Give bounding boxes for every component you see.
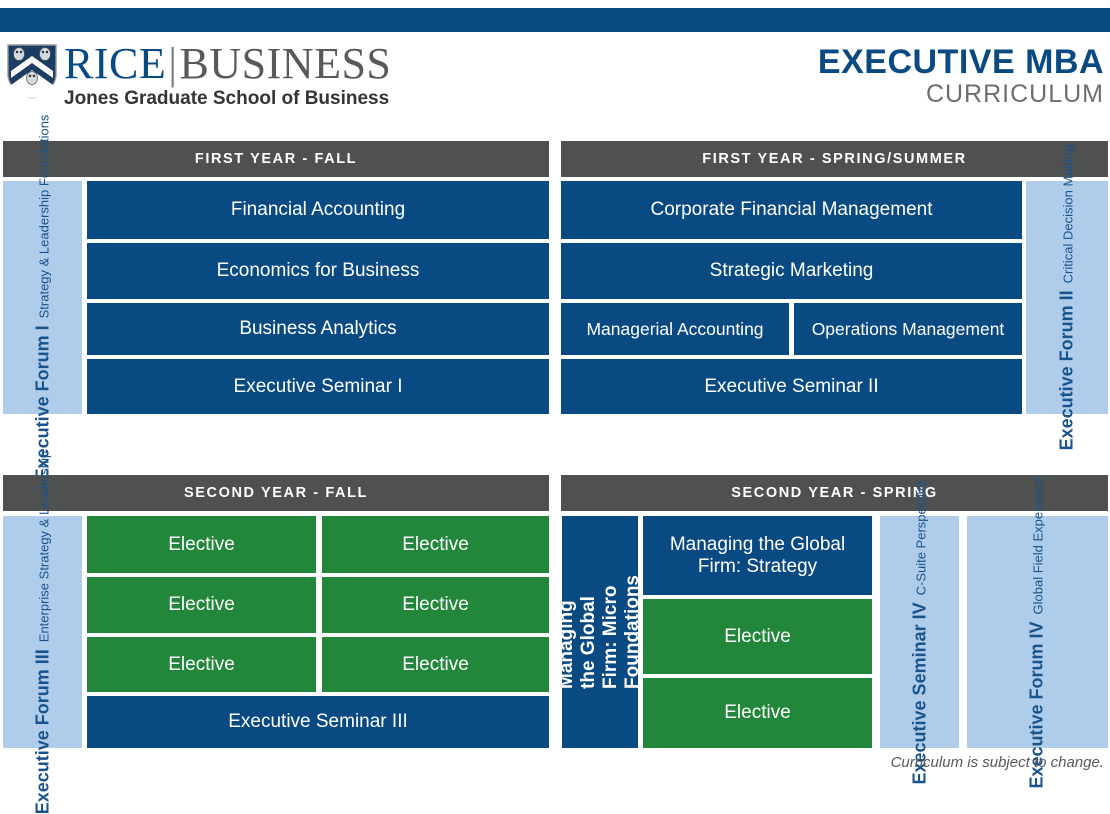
logo-rice-word: RICE	[64, 39, 167, 88]
forum-column-ii[interactable]: Executive Forum II Critical Decision Mak…	[1026, 145, 1108, 450]
course-label: Elective	[724, 625, 791, 647]
course-box-financial-accounting[interactable]: Financial Accounting	[87, 181, 549, 239]
course-label: Business Analytics	[239, 318, 397, 339]
forum-iv-subtitle: Global Field Experience	[1031, 475, 1046, 614]
course-label: Elective	[402, 533, 469, 555]
course-label: Managing the Global Firm: Strategy	[669, 533, 846, 577]
section-header-second-year-fall: SECOND YEAR - FALL	[3, 475, 549, 511]
section-header-first-year-fall: FIRST YEAR - FALL	[3, 141, 549, 177]
forum-column-i[interactable]: Executive Forum I Strategy & Leadership …	[3, 115, 82, 480]
course-label: Corporate Financial Management	[650, 199, 933, 220]
section-header-label: SECOND YEAR - FALL	[183, 485, 369, 501]
course-label: Executive Seminar I	[233, 375, 403, 397]
forum-ii-subtitle: Critical Decision Making	[1060, 144, 1076, 284]
elective-box[interactable]: Elective	[87, 637, 316, 692]
course-box-operations-management[interactable]: Operations Management	[794, 303, 1022, 355]
elective-box[interactable]: Elective	[322, 637, 549, 692]
course-box-corporate-financial-management[interactable]: Corporate Financial Management	[561, 181, 1022, 239]
section-header-first-year-spring: FIRST YEAR - SPRING/SUMMER	[561, 141, 1108, 177]
title-program: EXECUTIVE MBA	[817, 43, 1104, 81]
course-box-business-analytics[interactable]: Business Analytics	[87, 303, 549, 355]
course-label: Elective	[168, 653, 235, 675]
micro-foundations-title: Managing the Global Firm: Micro Foundati…	[556, 575, 643, 689]
section-header-label: SECOND YEAR - SPRING	[731, 485, 938, 501]
section-header-label: FIRST YEAR - FALL	[194, 151, 358, 167]
course-label: Managerial Accounting	[586, 319, 764, 339]
forum-ii-title: Executive Forum II	[1056, 290, 1077, 451]
course-label: Operations Management	[811, 319, 1005, 339]
forum-i-subtitle: Strategy & Leadership Foundations	[36, 114, 51, 319]
rice-business-logo: RICE|BUSINESS Jones Graduate School of B…	[6, 42, 391, 110]
logo-business-word: BUSINESS	[179, 39, 392, 88]
course-box-managing-global-firm-strategy[interactable]: Managing the Global Firm: Strategy	[643, 516, 872, 595]
top-banner	[0, 8, 1110, 32]
course-box-executive-seminar-iii[interactable]: Executive Seminar III	[87, 696, 549, 748]
seminar-iv-subtitle: C-Suite Perspective	[913, 480, 929, 595]
page-header: RICE|BUSINESS Jones Graduate School of B…	[0, 40, 1110, 135]
forum-iii-subtitle: Enterprise Strategy & Leadership	[36, 450, 51, 642]
course-label: Financial Accounting	[230, 199, 406, 220]
elective-box[interactable]: Elective	[643, 599, 872, 674]
seminar-column-iv[interactable]: Executive Seminar IV C-Suite Perspective	[880, 480, 959, 784]
page-title: EXECUTIVE MBA CURRICULUM	[818, 44, 1104, 108]
course-box-executive-seminar-ii[interactable]: Executive Seminar II	[561, 359, 1022, 414]
course-box-executive-seminar-i[interactable]: Executive Seminar I	[87, 359, 549, 414]
course-label: Strategic Marketing	[709, 260, 874, 281]
course-label: Elective	[402, 653, 469, 675]
course-label: Economics for Business	[216, 260, 420, 281]
elective-box[interactable]: Elective	[643, 678, 872, 748]
course-label: Elective	[402, 594, 469, 615]
course-label: Elective	[168, 594, 235, 615]
title-curriculum: CURRICULUM	[925, 80, 1104, 108]
elective-box[interactable]: Elective	[87, 577, 316, 633]
course-box-strategic-marketing[interactable]: Strategic Marketing	[561, 243, 1022, 299]
course-label: Executive Seminar III	[228, 711, 408, 732]
elective-box[interactable]: Elective	[322, 577, 549, 633]
logo-divider: |	[168, 39, 178, 88]
footer-disclaimer: Curriculum is subject to change.	[890, 754, 1104, 771]
forum-iii-title: Executive Forum III	[32, 648, 52, 814]
course-label: Elective	[168, 533, 235, 555]
rice-shield-icon	[7, 44, 57, 99]
course-box-economics-for-business[interactable]: Economics for Business	[87, 243, 549, 299]
logo-school-name: Jones Graduate School of Business	[64, 88, 390, 109]
course-label: Executive Seminar II	[704, 375, 879, 397]
course-label: Elective	[724, 702, 791, 723]
elective-box[interactable]: Elective	[322, 516, 549, 573]
course-box-managerial-accounting[interactable]: Managerial Accounting	[561, 303, 789, 355]
section-header-second-year-spring: SECOND YEAR - SPRING	[561, 475, 1108, 511]
course-column-managing-global-firm-micro-foundations[interactable]: Managing the Global Firm: Micro Foundati…	[556, 516, 643, 748]
forum-column-iii[interactable]: Executive Forum III Enterprise Strategy …	[3, 450, 82, 814]
elective-box[interactable]: Elective	[87, 516, 316, 573]
forum-column-iv[interactable]: Executive Forum IV Global Field Experien…	[967, 476, 1108, 788]
section-header-label: FIRST YEAR - SPRING/SUMMER	[702, 151, 967, 167]
